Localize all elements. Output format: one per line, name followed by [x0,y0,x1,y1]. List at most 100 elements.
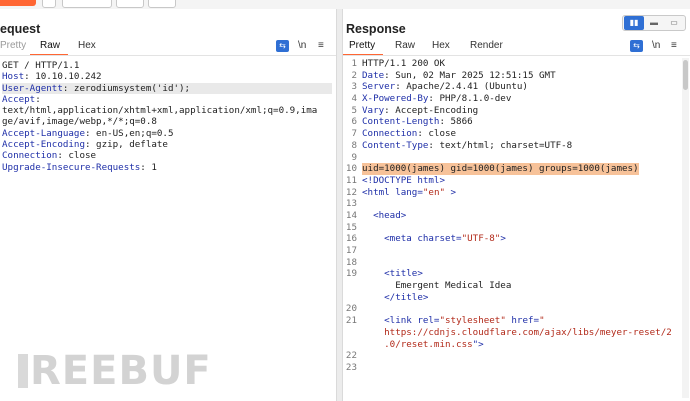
line-number: 23 [345,361,357,373]
layout-tabs-icon[interactable]: ▭ [664,16,684,30]
header-value: : 10.10.10.242 [24,71,102,83]
history-forward-button[interactable] [148,0,176,8]
tab-response-hex[interactable]: Hex [432,40,450,51]
line-number: 2 [351,69,357,81]
response-scrollbar[interactable] [682,58,689,398]
response-line: 20 [343,303,679,315]
history-back-button[interactable] [116,0,144,8]
request-line: Accept: [2,94,332,105]
token-aval: "stylesheet" [439,315,506,327]
line-content: Date: Sun, 02 Mar 2025 12:51:15 GMT [362,70,556,82]
token-plain: Emergent Medical Idea [362,280,512,292]
request-line: User-Agentt: zerodiumsystem('id'); [2,82,332,94]
token-plain: : Accept-Encoding [384,104,479,116]
header-name: Connection [2,150,58,162]
line-number: 18 [345,256,357,268]
newline-toggle-icon[interactable]: \n [298,40,306,51]
token-attr: lang= [395,186,423,198]
response-line: 4 X-Powered-By: PHP/8.1.0-dev [343,93,679,105]
watermark-logo-icon [18,354,28,388]
pane-splitter[interactable] [336,9,343,401]
token-aval: .0/reset.min.css [362,338,473,350]
tabs-divider [0,55,336,56]
response-line: 21 <link rel="stylesheet" href=" [343,315,679,327]
response-scrollbar-thumb[interactable] [683,60,688,90]
request-line: Host: 10.10.10.242 [2,71,332,82]
line-content: Emergent Medical Idea [362,280,511,292]
token-hname: Vary [362,104,385,116]
token-hname: Content-Length [362,116,440,128]
token-aval: " [539,315,545,327]
response-line: 23 [343,362,679,374]
cancel-button[interactable] [62,0,112,8]
request-editor[interactable]: GET / HTTP/1.1 Host: 10.10.10.242 User-Age… [2,60,332,173]
pane-menu-icon[interactable]: ≡ [318,40,324,51]
line-content: Content-Length: 5866 [362,116,473,128]
line-number: 9 [351,151,357,163]
header-value: : zerodiumsystem('id'); [62,82,191,94]
header-name: Accept [2,93,36,105]
tabs-divider [343,55,690,56]
response-line: 15 [343,222,679,234]
line-number: 19 [345,268,357,280]
send-button[interactable] [0,0,36,6]
response-line: 3 Server: Apache/2.4.41 (Ubuntu) [343,81,679,93]
token-tag: <!DOCTYPE html> [362,174,445,186]
token-attr: charset= [417,233,462,245]
response-line: 17 [343,245,679,257]
pane-menu-icon[interactable]: ≡ [671,40,677,51]
response-line: .0/reset.min.css"> [343,339,679,351]
line-content: Connection: close [362,128,456,140]
line-number: 16 [345,233,357,245]
newline-toggle-icon[interactable]: \n [652,40,660,51]
token-plain: : PHP/8.1.0-dev [428,93,512,105]
token-tag: "> [472,338,484,350]
response-line: 6 Content-Length: 5866 [343,116,679,128]
line-content: <!DOCTYPE html> [362,175,445,187]
token-hname: Server [362,81,396,93]
line-content: HTTP/1.1 200 OK [362,58,445,70]
token-plain: : 5866 [439,116,473,128]
line-number: 21 [345,315,357,327]
token-hname: Connection [362,128,418,140]
line-number: 20 [345,303,357,315]
line-content: </title> [362,292,428,304]
header-value: : close [57,150,97,162]
settings-icon[interactable] [42,0,56,8]
message-actions-icon[interactable]: ⇆ [276,40,289,52]
token-tag: <meta [362,233,418,245]
header-name: Host [2,71,25,83]
line-content: .0/reset.min.css"> [362,339,484,351]
response-line: 1 HTTP/1.1 200 OK [343,58,679,70]
token-tag: <link [362,315,418,327]
line-number: 22 [345,350,357,362]
line-content: Content-Type: text/html; charset=UTF-8 [362,140,572,152]
response-line: 18 [343,257,679,269]
tab-request-raw[interactable]: Raw [40,40,60,51]
line-number: 12 [345,186,357,198]
request-title: equest [0,22,41,36]
tab-request-pretty[interactable]: Pretty [0,40,26,51]
layout-side-by-side-icon[interactable]: ▮▮ [624,16,644,30]
line-content: <head> [362,210,406,222]
response-line: 13 [343,198,679,210]
header-value: : en-US,en;q=0.5 [84,127,174,139]
response-line: 16 <meta charset="UTF-8"> [343,233,679,245]
token-tag: <title> [362,268,423,280]
message-actions-icon[interactable]: ⇆ [630,40,643,52]
request-line: Accept-Language: en-US,en;q=0.5 [2,128,332,139]
token-plain: : Apache/2.4.41 (Ubuntu) [395,81,528,93]
response-line: 22 [343,350,679,362]
token-plain: : close [417,128,457,140]
tab-request-hex[interactable]: Hex [78,40,96,51]
token-hname: Date [362,69,385,81]
layout-stacked-icon[interactable]: ▬ [644,16,664,30]
request-line: text/html,application/xhtml+xml,applicat… [2,105,332,116]
header-name: Accept-Language [2,127,85,139]
tab-response-raw[interactable]: Raw [395,40,415,51]
line-number: 8 [351,139,357,151]
token-plain: : text/html; charset=UTF-8 [428,139,573,151]
response-editor[interactable]: 1 HTTP/1.1 200 OK 2 Date: Sun, 02 Mar 2025 … [343,58,679,374]
tab-response-render[interactable]: Render [470,40,503,51]
tab-response-pretty[interactable]: Pretty [349,40,375,51]
